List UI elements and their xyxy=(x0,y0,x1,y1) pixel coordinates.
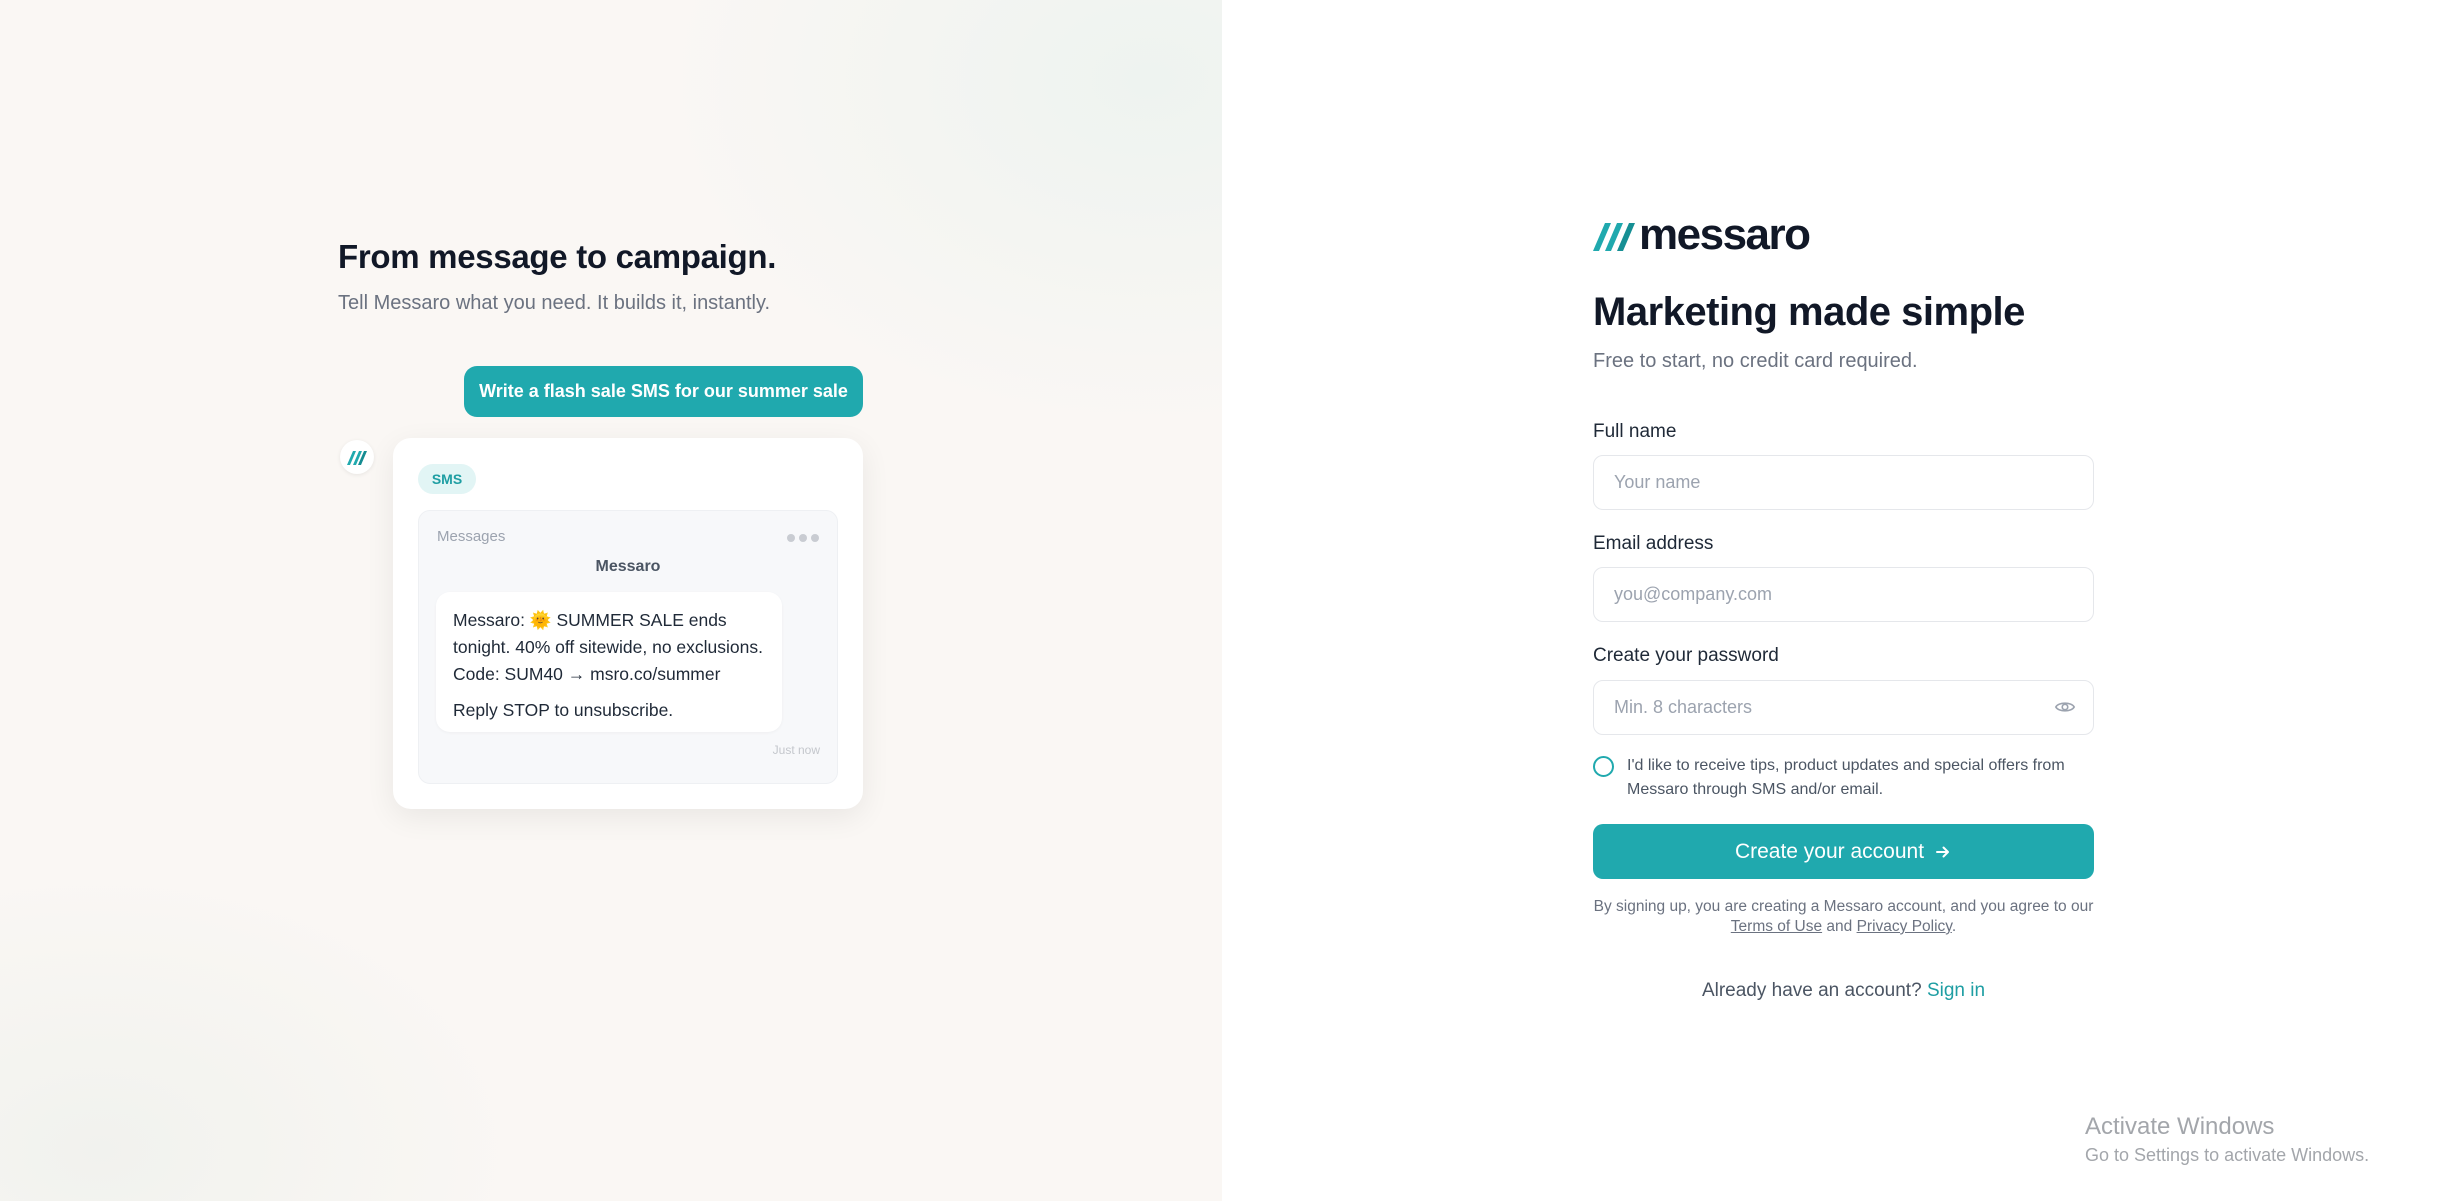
password-label: Create your password xyxy=(1593,645,1779,666)
sms-message-optout: Reply STOP to unsubscribe. xyxy=(453,700,674,720)
password-input[interactable] xyxy=(1593,680,2094,735)
watermark-title: Activate Windows xyxy=(2085,1113,2275,1140)
messaro-bot-avatar xyxy=(340,440,374,474)
legal-text-end: . xyxy=(1951,918,1957,935)
show-password-icon[interactable] xyxy=(2054,696,2076,718)
phone-preview: Messages Messaro Messaro: 🌞 SUMMER SALE … xyxy=(418,510,838,784)
sms-preview-card: SMS Messages Messaro Messaro: 🌞 SUMMER S… xyxy=(393,438,863,809)
page-title: Marketing made simple xyxy=(1593,290,2025,334)
marketing-consent-checkbox[interactable] xyxy=(1593,756,1614,777)
hero-subtitle: Tell Messaro what you need. It builds it… xyxy=(338,292,771,314)
signin-row: Already have an account? Sign in xyxy=(1593,980,2094,1002)
message-timestamp: Just now xyxy=(772,743,820,757)
signin-prompt: Already have an account? xyxy=(1701,980,1922,1001)
marketing-consent-label: I'd like to receive tips, product update… xyxy=(1627,757,2065,798)
os-activation-watermark: Activate Windows Go to Settings to activ… xyxy=(2085,1112,2369,1168)
messages-header-label: Messages xyxy=(437,528,506,545)
signin-link[interactable]: Sign in xyxy=(1927,980,1985,1001)
brand-logo: messaro xyxy=(1593,210,1811,259)
arrow-right-icon xyxy=(1936,846,1950,857)
email-label: Email address xyxy=(1593,533,1714,554)
contact-name: Messaro xyxy=(595,558,661,575)
more-icon xyxy=(787,534,819,542)
full-name-input[interactable] xyxy=(1593,455,2094,510)
create-account-button[interactable]: Create your account xyxy=(1593,824,2094,879)
channel-badge: SMS xyxy=(418,464,476,494)
page-tagline: Free to start, no credit card required. xyxy=(1593,350,1918,372)
messaro-logo-icon xyxy=(1593,223,1635,251)
legal-text-and: and xyxy=(1822,918,1857,935)
watermark-subtitle: Go to Settings to activate Windows. xyxy=(2085,1145,2370,1165)
prompt-bubble: Write a flash sale SMS for our summer sa… xyxy=(464,366,863,417)
full-name-label: Full name xyxy=(1593,421,1677,442)
legal-text: By signing up, you are creating a Messar… xyxy=(1593,898,2094,915)
sms-message-body: Messaro: 🌞 SUMMER SALE ends tonight. 40%… xyxy=(453,610,764,684)
privacy-link[interactable]: Privacy Policy xyxy=(1857,918,1952,935)
create-account-label: Create your account xyxy=(1734,839,1925,863)
brand-wordmark: messaro xyxy=(1639,210,1811,259)
left-panel: From message to campaign. Tell Messaro w… xyxy=(0,0,1222,1201)
legal-notice: By signing up, you are creating a Messar… xyxy=(1593,897,2094,937)
email-input[interactable] xyxy=(1593,567,2094,622)
messaro-logo-icon xyxy=(347,451,367,465)
hero-title: From message to campaign. xyxy=(338,238,777,275)
terms-link[interactable]: Terms of Use xyxy=(1731,918,1822,935)
sms-message-bubble: Messaro: 🌞 SUMMER SALE ends tonight. 40%… xyxy=(436,592,782,732)
